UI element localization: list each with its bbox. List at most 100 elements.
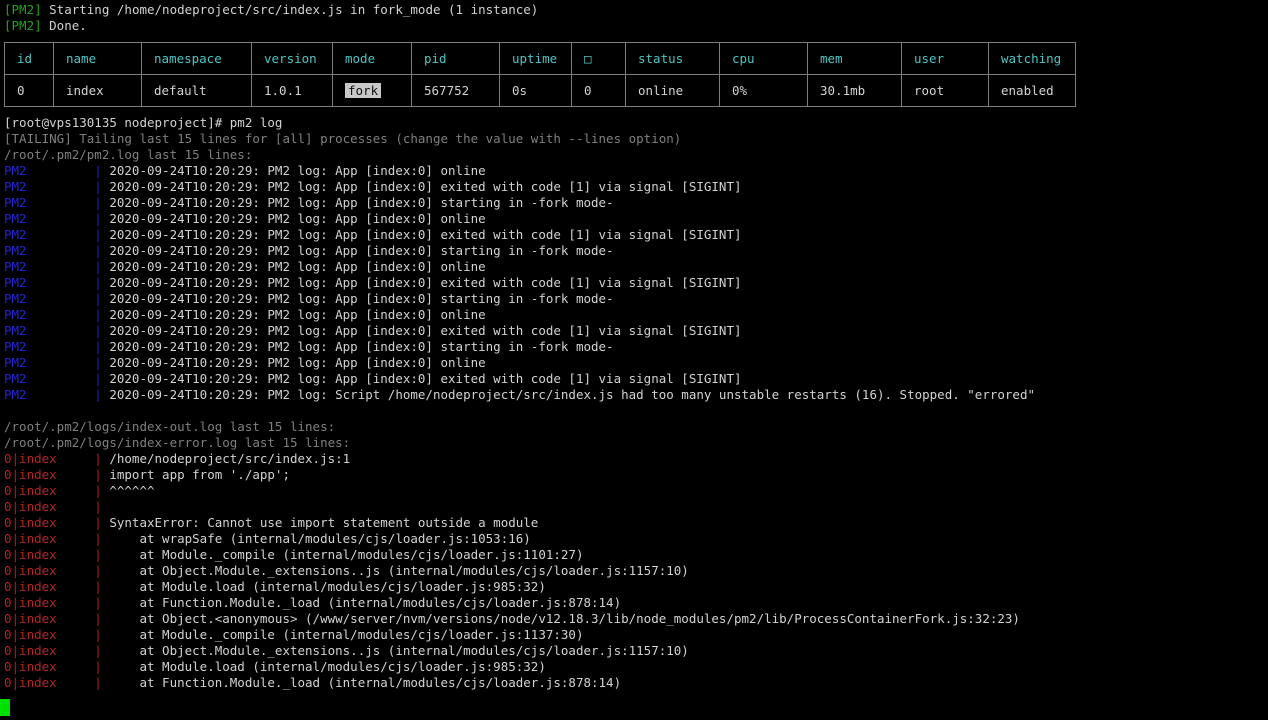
error-log-text: at Object.<anonymous> (/www/server/nvm/v… <box>109 611 1020 626</box>
process-table-header-row: id name namespace version mode pid uptim… <box>4 42 1076 75</box>
error-log-text: import app from './app'; <box>109 467 290 482</box>
cell-cpu: 0% <box>719 74 808 107</box>
pm2-log-text: 2020-09-24T10:20:29: PM2 log: App [index… <box>109 179 742 194</box>
pm2-log-prefix: PM2 | <box>4 211 110 226</box>
error-log-prefix: 0|index | <box>4 595 110 610</box>
out-log-file-header: /root/.pm2/logs/index-out.log last 15 li… <box>4 419 336 434</box>
pm2-log-prefix: PM2 | <box>4 275 110 290</box>
error-log-file-header: /root/.pm2/logs/index-error.log last 15 … <box>4 435 351 450</box>
pm2-startup-text: Starting /home/nodeproject/src/index.js … <box>49 2 539 17</box>
error-log-prefix: 0|index | <box>4 579 110 594</box>
col-header-status: status <box>625 42 720 75</box>
error-log-line: 0|index | <box>4 499 1268 515</box>
error-log-line: 0|index | /home/nodeproject/src/index.js… <box>4 451 1268 467</box>
error-log-line: 0|index | at wrapSafe (internal/modules/… <box>4 531 1268 547</box>
pm2-log-line: PM2 | 2020-09-24T10:20:29: PM2 log: App … <box>4 195 1268 211</box>
error-log-prefix: 0|index | <box>4 515 110 530</box>
cell-id: 0 <box>4 74 54 107</box>
pm2-log-text: 2020-09-24T10:20:29: PM2 log: App [index… <box>109 291 614 306</box>
pm2-log-prefix: PM2 | <box>4 227 110 242</box>
pm2-log-line: PM2 | 2020-09-24T10:20:29: PM2 log: App … <box>4 371 1268 387</box>
cell-namespace: default <box>141 74 252 107</box>
error-log-prefix: 0|index | <box>4 611 110 626</box>
process-table: id name namespace version mode pid uptim… <box>4 42 1076 107</box>
terminal-screen[interactable]: [PM2] Starting /home/nodeproject/src/ind… <box>0 0 1268 720</box>
col-header-mode: mode <box>332 42 412 75</box>
pm2-log-line: PM2 | 2020-09-24T10:20:29: PM2 log: App … <box>4 307 1268 323</box>
pm2-log-line: PM2 | 2020-09-24T10:20:29: PM2 log: Scri… <box>4 387 1268 403</box>
col-header-cpu: cpu <box>719 42 808 75</box>
error-log-line: 0|index | at Module._compile (internal/m… <box>4 627 1268 643</box>
pm2-log-prefix: PM2 | <box>4 371 110 386</box>
pm2-log-line: PM2 | 2020-09-24T10:20:29: PM2 log: App … <box>4 323 1268 339</box>
pm2-log-line: PM2 | 2020-09-24T10:20:29: PM2 log: App … <box>4 163 1268 179</box>
error-log-prefix: 0|index | <box>4 547 110 562</box>
error-log-prefix: 0|index | <box>4 659 110 674</box>
pm2-log-prefix: PM2 | <box>4 387 110 402</box>
error-log-line: 0|index | at Function.Module._load (inte… <box>4 675 1268 691</box>
cell-name: index <box>53 74 142 107</box>
error-log-prefix: 0|index | <box>4 451 110 466</box>
pm2-done-text: Done. <box>49 18 87 33</box>
mode-highlight: fork <box>345 82 382 98</box>
pm2-log-prefix: PM2 | <box>4 259 110 274</box>
pm2-log-prefix: PM2 | <box>4 243 110 258</box>
error-log-text: SyntaxError: Cannot use import statement… <box>109 515 539 530</box>
cursor-line <box>0 699 1268 717</box>
error-log-line: 0|index | at Object.Module._extensions..… <box>4 563 1268 579</box>
pm2-log-prefix: PM2 | <box>4 195 110 210</box>
error-log-text: at wrapSafe (internal/modules/cjs/loader… <box>109 531 531 546</box>
cell-pid: 567752 <box>411 74 500 107</box>
pm2-log-line: PM2 | 2020-09-24T10:20:29: PM2 log: App … <box>4 259 1268 275</box>
col-header-mem: mem <box>807 42 902 75</box>
error-log-text: at Module._compile (internal/modules/cjs… <box>109 627 584 642</box>
pm2-log-prefix: PM2 | <box>4 307 110 322</box>
terminal-cursor[interactable] <box>0 699 10 716</box>
error-log-line: 0|index | at Module._compile (internal/m… <box>4 547 1268 563</box>
cell-restarts: 0 <box>571 74 626 107</box>
error-log-line: 0|index | ^^^^^^ <box>4 483 1268 499</box>
error-log-line: 0|index | at Object.<anonymous> (/www/se… <box>4 611 1268 627</box>
error-log-text: at Module._compile (internal/modules/cjs… <box>109 547 584 562</box>
pm2-tag: [PM2] <box>4 18 50 33</box>
error-log-line: 0|index | SyntaxError: Cannot use import… <box>4 515 1268 531</box>
pm2-startup-line: [PM2] Starting /home/nodeproject/src/ind… <box>4 2 1268 18</box>
cell-uptime: 0s <box>499 74 572 107</box>
pm2-log-text: 2020-09-24T10:20:29: PM2 log: App [index… <box>109 275 742 290</box>
col-header-name: name <box>53 42 142 75</box>
error-log-text: at Function.Module._load (internal/modul… <box>109 595 622 610</box>
error-log-line: 0|index | at Module.load (internal/modul… <box>4 579 1268 595</box>
pm2-log-text: 2020-09-24T10:20:29: PM2 log: App [index… <box>109 371 742 386</box>
col-header-pid: pid <box>411 42 500 75</box>
error-log-line: 0|index | at Function.Module._load (inte… <box>4 595 1268 611</box>
cell-mem: 30.1mb <box>807 74 902 107</box>
pm2-tag: [PM2] <box>4 2 50 17</box>
error-log-prefix: 0|index | <box>4 499 110 514</box>
pm2-log-line: PM2 | 2020-09-24T10:20:29: PM2 log: App … <box>4 355 1268 371</box>
pm2-log-text: 2020-09-24T10:20:29: PM2 log: App [index… <box>109 355 486 370</box>
pm2-log-text: 2020-09-24T10:20:29: PM2 log: App [index… <box>109 323 742 338</box>
error-log-text: at Function.Module._load (internal/modul… <box>109 675 622 690</box>
pm2-log-file-header: /root/.pm2/pm2.log last 15 lines: <box>4 147 253 162</box>
cell-version: 1.0.1 <box>251 74 333 107</box>
shell-prompt: [root@vps130135 nodeproject]# <box>4 115 230 130</box>
pm2-log-line: PM2 | 2020-09-24T10:20:29: PM2 log: App … <box>4 275 1268 291</box>
error-log-text: at Object.Module._extensions..js (intern… <box>109 563 689 578</box>
cell-mode: fork <box>332 74 412 107</box>
error-log-prefix: 0|index | <box>4 643 110 658</box>
pm2-log-text: 2020-09-24T10:20:29: PM2 log: App [index… <box>109 243 614 258</box>
error-log-prefix: 0|index | <box>4 483 110 498</box>
cell-status: online <box>625 74 720 107</box>
error-log-prefix: 0|index | <box>4 627 110 642</box>
col-header-restart-icon: □ <box>571 42 626 75</box>
col-header-namespace: namespace <box>141 42 252 75</box>
error-log-text: at Module.load (internal/modules/cjs/loa… <box>109 659 546 674</box>
error-log-prefix: 0|index | <box>4 531 110 546</box>
cell-user: root <box>901 74 989 107</box>
shell-prompt-line: [root@vps130135 nodeproject]# pm2 log <box>4 115 1268 131</box>
pm2-log-text: 2020-09-24T10:20:29: PM2 log: App [index… <box>109 307 486 322</box>
pm2-log-prefix: PM2 | <box>4 163 110 178</box>
error-log-line: 0|index | at Object.Module._extensions..… <box>4 643 1268 659</box>
pm2-log-text: 2020-09-24T10:20:29: PM2 log: App [index… <box>109 259 486 274</box>
pm2-log-text: 2020-09-24T10:20:29: PM2 log: App [index… <box>109 227 742 242</box>
